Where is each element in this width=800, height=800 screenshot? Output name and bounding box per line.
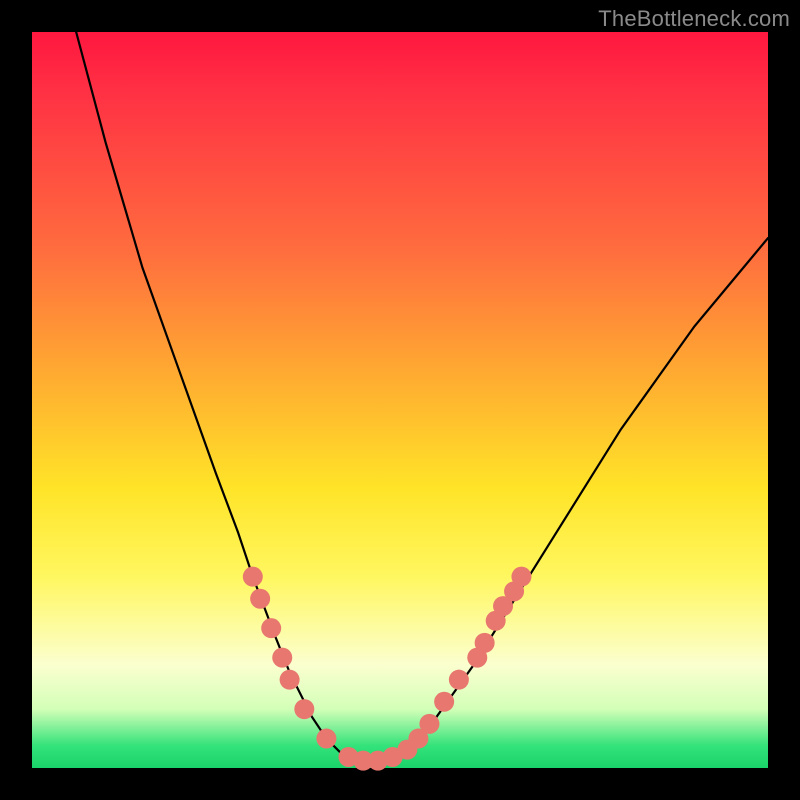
marker-dot	[261, 618, 281, 638]
marker-dot	[511, 567, 531, 587]
marker-dot	[280, 670, 300, 690]
marker-dot	[272, 648, 292, 668]
plot-area	[32, 32, 768, 768]
marker-dot	[419, 714, 439, 734]
marker-dot	[316, 729, 336, 749]
bottleneck-curve	[76, 32, 768, 761]
marker-dot	[243, 567, 263, 587]
marker-dot	[294, 699, 314, 719]
marker-dot	[475, 633, 495, 653]
watermark-text: TheBottleneck.com	[598, 6, 790, 32]
chart-svg	[32, 32, 768, 768]
marker-dot	[449, 670, 469, 690]
sample-markers	[243, 567, 532, 771]
marker-dot	[250, 589, 270, 609]
marker-dot	[434, 692, 454, 712]
chart-frame: TheBottleneck.com	[0, 0, 800, 800]
